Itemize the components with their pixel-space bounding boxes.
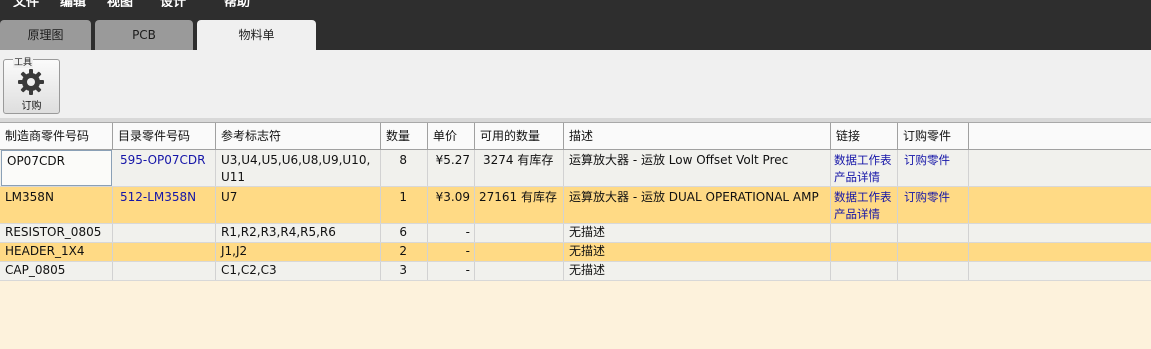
cell-quantity[interactable]: 3	[381, 262, 428, 280]
table-row[interactable]: RESISTOR_0805 R1,R2,R3,R4,R5,R6 6 - 无描述	[0, 224, 1151, 243]
cell-available[interactable]: 3274 有库存	[475, 150, 564, 186]
tab-pcb[interactable]: PCB	[95, 20, 193, 50]
toolbar	[0, 50, 1151, 119]
cell-mfr-part[interactable]: HEADER_1X4	[0, 243, 113, 261]
table-header: 制造商零件号码 目录零件号码 参考标志符 数量 单价 可用的数量 描述 链接 订…	[0, 123, 1151, 150]
cell-links: 数据工作表 产品详情	[831, 187, 898, 223]
cell-available[interactable]	[475, 243, 564, 261]
cell-quantity[interactable]: 2	[381, 243, 428, 261]
menu-edit[interactable]: 编辑	[60, 0, 86, 7]
menu-file[interactable]: 文件	[13, 0, 39, 7]
product-details-link[interactable]: 产品详情	[834, 169, 893, 186]
order-button-label: 订购	[21, 101, 42, 112]
tab-bom[interactable]: 物料单	[197, 20, 316, 50]
gear-icon	[18, 69, 44, 95]
table-row[interactable]: HEADER_1X4 J1,J2 2 - 无描述	[0, 243, 1151, 262]
cell-unit-price[interactable]: ¥5.27	[428, 150, 475, 186]
cell-order	[898, 243, 969, 261]
cell-description[interactable]: 运算放大器 - 运放 Low Offset Volt Prec	[564, 150, 831, 186]
cell-description[interactable]: 运算放大器 - 运放 DUAL OPERATIONAL AMP	[564, 187, 831, 223]
cell-catalog-part-link[interactable]: 512-LM358N	[113, 187, 216, 223]
cell-description[interactable]: 无描述	[564, 262, 831, 280]
table-row[interactable]: LM358N 512-LM358N U7 1 ¥3.09 27161 有库存 运…	[0, 187, 1151, 224]
cell-order: 订购零件	[898, 187, 969, 223]
cell-unit-price[interactable]: ¥3.09	[428, 187, 475, 223]
cell-designators[interactable]: U3,U4,U5,U6,U8,U9,U10, U11	[216, 150, 381, 186]
tools-group-label: 工具	[13, 55, 34, 68]
cell-catalog-part[interactable]	[113, 243, 216, 261]
cell-unit-price[interactable]: -	[428, 262, 475, 280]
cell-quantity[interactable]: 8	[381, 150, 428, 186]
cell-description[interactable]: 无描述	[564, 243, 831, 261]
cell-links	[831, 262, 898, 280]
cell-designators[interactable]: R1,R2,R3,R4,R5,R6	[216, 224, 381, 242]
cell-links	[831, 224, 898, 242]
cell-quantity[interactable]: 1	[381, 187, 428, 223]
col-header-available[interactable]: 可用的数量	[475, 123, 564, 149]
cell-catalog-part[interactable]	[113, 262, 216, 280]
tab-schematic[interactable]: 原理图	[0, 20, 91, 50]
col-header-mfr-part[interactable]: 制造商零件号码	[0, 123, 113, 149]
cell-catalog-part[interactable]	[113, 224, 216, 242]
cell-designators[interactable]: C1,C2,C3	[216, 262, 381, 280]
cell-links: 数据工作表 产品详情	[831, 150, 898, 186]
cell-order	[898, 224, 969, 242]
col-header-description[interactable]: 描述	[564, 123, 831, 149]
cell-mfr-part[interactable]: OP07CDR	[1, 150, 112, 186]
datasheet-link[interactable]: 数据工作表	[834, 152, 893, 169]
cell-mfr-part[interactable]: LM358N	[0, 187, 113, 223]
col-header-designators[interactable]: 参考标志符	[216, 123, 381, 149]
col-header-links[interactable]: 链接	[831, 123, 898, 149]
col-header-catalog-part[interactable]: 目录零件号码	[113, 123, 216, 149]
cell-unit-price[interactable]: -	[428, 243, 475, 261]
cell-designators[interactable]: J1,J2	[216, 243, 381, 261]
col-header-order[interactable]: 订购零件	[898, 123, 969, 149]
cell-quantity[interactable]: 6	[381, 224, 428, 242]
col-header-unit-price[interactable]: 单价	[428, 123, 475, 149]
cell-available[interactable]: 27161 有库存	[475, 187, 564, 223]
cell-unit-price[interactable]: -	[428, 224, 475, 242]
cell-links	[831, 243, 898, 261]
order-part-link[interactable]: 订购零件	[904, 190, 950, 204]
datasheet-link[interactable]: 数据工作表	[834, 189, 893, 206]
tab-bar: 原理图 PCB 物料单	[0, 7, 1151, 50]
product-details-link[interactable]: 产品详情	[834, 206, 893, 223]
table-row[interactable]: OP07CDR 595-OP07CDR U3,U4,U5,U6,U8,U9,U1…	[0, 150, 1151, 187]
menu-help[interactable]: 帮助	[224, 0, 250, 7]
cell-description[interactable]: 无描述	[564, 224, 831, 242]
cell-mfr-part[interactable]: CAP_0805	[0, 262, 113, 280]
table-row[interactable]: CAP_0805 C1,C2,C3 3 - 无描述	[0, 262, 1151, 281]
bom-table: 制造商零件号码 目录零件号码 参考标志符 数量 单价 可用的数量 描述 链接 订…	[0, 123, 1151, 349]
order-part-link[interactable]: 订购零件	[904, 153, 950, 167]
cell-designators[interactable]: U7	[216, 187, 381, 223]
menu-design[interactable]: 设计	[160, 0, 186, 7]
cell-order	[898, 262, 969, 280]
menu-view[interactable]: 视图	[107, 0, 133, 7]
cell-order: 订购零件	[898, 150, 969, 186]
cell-catalog-part-link[interactable]: 595-OP07CDR	[113, 150, 216, 186]
menu-bar: 文件 编辑 视图 设计 帮助	[0, 0, 1151, 7]
cell-available[interactable]	[475, 224, 564, 242]
cell-available[interactable]	[475, 262, 564, 280]
col-header-quantity[interactable]: 数量	[381, 123, 428, 149]
cell-mfr-part[interactable]: RESISTOR_0805	[0, 224, 113, 242]
